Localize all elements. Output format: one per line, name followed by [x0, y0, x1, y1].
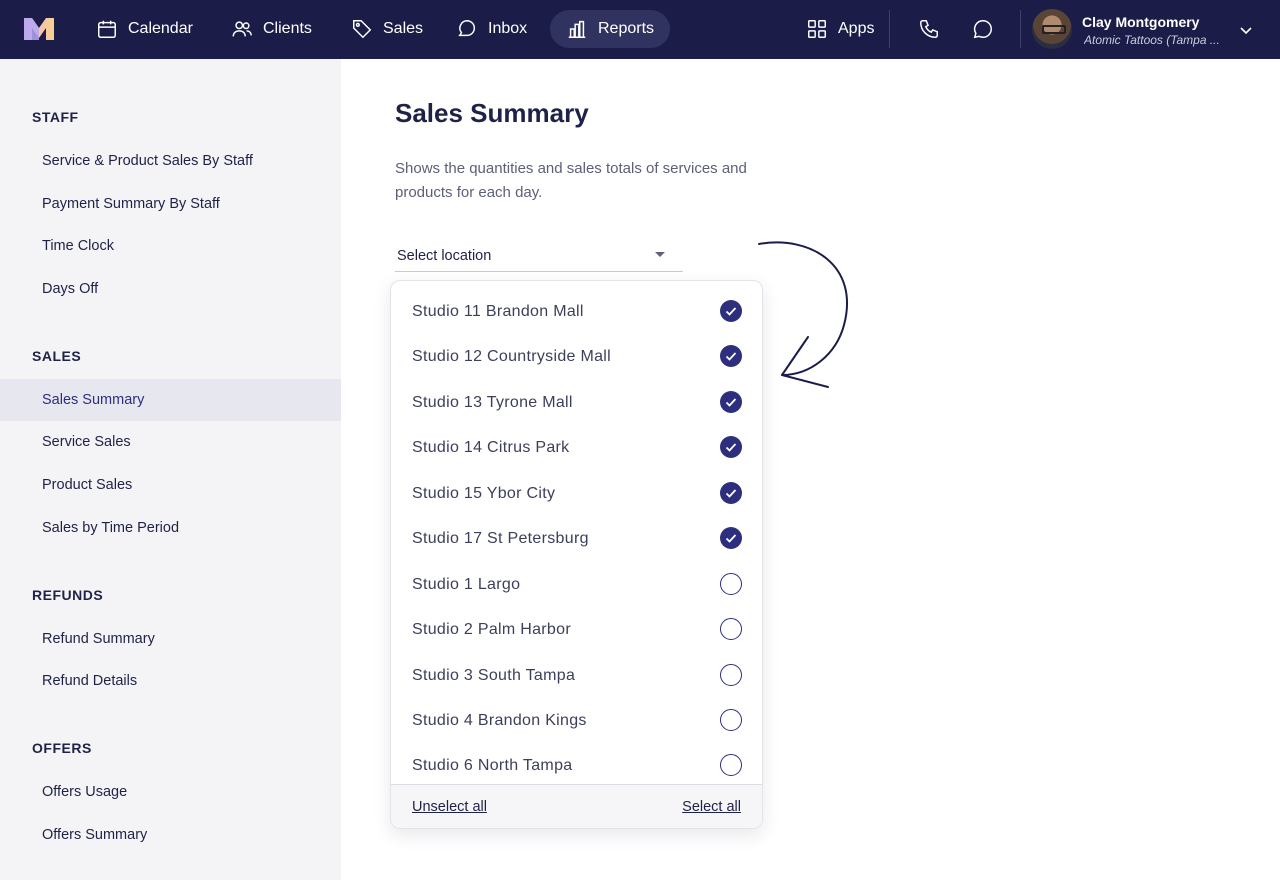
nav-clients-label: Clients	[263, 20, 312, 37]
message-bubble-icon	[973, 20, 992, 39]
sidebar-item-refund-details[interactable]: Refund Details	[0, 660, 341, 702]
unchecked-circle-icon[interactable]	[720, 618, 742, 640]
sidebar-item-product-sales[interactable]: Product Sales	[0, 464, 341, 506]
location-option[interactable]: Studio 3 South Tampa	[391, 653, 762, 698]
select-all-link[interactable]: Select all	[682, 799, 741, 815]
location-option[interactable]: Studio 1 Largo	[391, 562, 762, 607]
nav-clients[interactable]: Clients	[215, 10, 328, 48]
grid-icon	[808, 20, 826, 38]
chevron-down-icon[interactable]	[1238, 22, 1254, 38]
location-option-label: Studio 6 North Tampa	[412, 756, 573, 774]
sidebar-item-service-sales[interactable]: Service Sales	[0, 421, 341, 463]
user-business[interactable]: Atomic Tattoos (Tampa ...	[1084, 33, 1224, 47]
bar-chart-icon	[568, 20, 586, 38]
location-option[interactable]: Studio 12 Countryside Mall	[391, 334, 762, 379]
checked-circle-icon[interactable]	[720, 482, 742, 504]
unselect-all-link[interactable]: Unselect all	[412, 799, 487, 815]
nav-apps-label: Apps	[838, 20, 875, 37]
sidebar-item-service-product-sales-by-staff[interactable]: Service & Product Sales By Staff	[0, 140, 341, 182]
sidebar-item-time-clock[interactable]: Time Clock	[0, 225, 341, 267]
nav-sales-label: Sales	[383, 20, 424, 37]
sidebar: STAFF Service & Product Sales By Staff P…	[0, 59, 341, 880]
chat-icon	[458, 20, 476, 37]
location-option[interactable]: Studio 4 Brandon Kings	[391, 698, 762, 743]
phone-icon	[920, 20, 938, 38]
dropdown-footer: Unselect all Select all	[391, 784, 762, 828]
location-option-label: Studio 15 Ybor City	[412, 484, 556, 502]
users-icon	[232, 21, 252, 37]
checked-circle-icon[interactable]	[720, 527, 742, 549]
nav-divider	[1020, 10, 1021, 48]
annotation-arrow-icon	[758, 241, 849, 388]
location-option-label: Studio 11 Brandon Mall	[412, 302, 584, 320]
location-option[interactable]: Studio 11 Brandon Mall	[391, 289, 762, 334]
checked-circle-icon[interactable]	[720, 391, 742, 413]
location-select[interactable]: Select location	[395, 240, 683, 272]
top-nav: Calendar Clients Sales Inbox Reports App…	[0, 0, 1280, 59]
nav-inbox[interactable]: Inbox	[440, 10, 543, 48]
sidebar-item-sales-by-time-period[interactable]: Sales by Time Period	[0, 507, 341, 549]
location-select-placeholder: Select location	[397, 247, 492, 264]
location-option[interactable]: Studio 13 Tyrone Mall	[391, 380, 762, 425]
messages-button[interactable]	[969, 15, 997, 43]
user-name[interactable]: Clay Montgomery	[1082, 14, 1199, 30]
caret-down-icon	[655, 252, 665, 257]
location-option-label: Studio 13 Tyrone Mall	[412, 393, 573, 411]
sidebar-item-payment-summary-by-staff[interactable]: Payment Summary By Staff	[0, 183, 341, 225]
location-option-label: Studio 12 Countryside Mall	[412, 347, 612, 365]
nav-inbox-label: Inbox	[488, 20, 528, 37]
sidebar-heading-offers: OFFERS	[32, 740, 92, 756]
location-option-label: Studio 2 Palm Harbor	[412, 620, 571, 638]
page-description: Shows the quantities and sales totals of…	[395, 160, 747, 201]
nav-calendar[interactable]: Calendar	[80, 10, 209, 48]
location-option-label: Studio 3 South Tampa	[412, 666, 576, 684]
sidebar-heading-refunds: REFUNDS	[32, 587, 104, 603]
location-option-label: Studio 14 Citrus Park	[412, 438, 570, 456]
nav-divider	[889, 10, 890, 48]
location-option[interactable]: Studio 14 Citrus Park	[391, 425, 762, 470]
location-option-label: Studio 1 Largo	[412, 575, 521, 593]
logo-icon[interactable]	[24, 18, 54, 40]
location-option[interactable]: Studio 17 St Petersburg	[391, 516, 762, 561]
location-option-label: Studio 4 Brandon Kings	[412, 711, 587, 729]
unchecked-circle-icon[interactable]	[720, 664, 742, 686]
checked-circle-icon[interactable]	[720, 300, 742, 322]
sidebar-heading-staff: STAFF	[32, 109, 79, 125]
location-option-label: Studio 17 St Petersburg	[412, 529, 589, 547]
tag-icon	[353, 20, 372, 39]
checked-circle-icon[interactable]	[720, 436, 742, 458]
sidebar-item-offers-summary[interactable]: Offers Summary	[0, 814, 341, 856]
phone-button[interactable]	[915, 15, 943, 43]
location-dropdown: Studio 11 Brandon Mall Studio 12 Country…	[390, 280, 763, 829]
location-option[interactable]: Studio 2 Palm Harbor	[391, 607, 762, 652]
checked-circle-icon[interactable]	[720, 345, 742, 367]
calendar-icon	[98, 20, 116, 38]
location-option[interactable]: Studio 15 Ybor City	[391, 471, 762, 516]
nav-reports[interactable]: Reports	[550, 10, 671, 48]
nav-sales[interactable]: Sales	[335, 10, 439, 48]
location-option[interactable]: Studio 6 North Tampa	[391, 743, 762, 788]
sidebar-item-days-off[interactable]: Days Off	[0, 268, 341, 310]
unchecked-circle-icon[interactable]	[720, 573, 742, 595]
unchecked-circle-icon[interactable]	[720, 709, 742, 731]
sidebar-item-offers-usage[interactable]: Offers Usage	[0, 771, 341, 813]
nav-apps[interactable]: Apps	[790, 10, 890, 48]
nav-calendar-label: Calendar	[128, 20, 193, 37]
sidebar-item-refund-summary[interactable]: Refund Summary	[0, 618, 341, 660]
avatar[interactable]	[1032, 9, 1072, 49]
nav-reports-label: Reports	[598, 20, 655, 37]
unchecked-circle-icon[interactable]	[720, 754, 742, 776]
sidebar-heading-sales: SALES	[32, 348, 82, 364]
page-title: Sales Summary	[395, 98, 589, 128]
sidebar-item-sales-summary[interactable]: Sales Summary	[0, 379, 341, 421]
